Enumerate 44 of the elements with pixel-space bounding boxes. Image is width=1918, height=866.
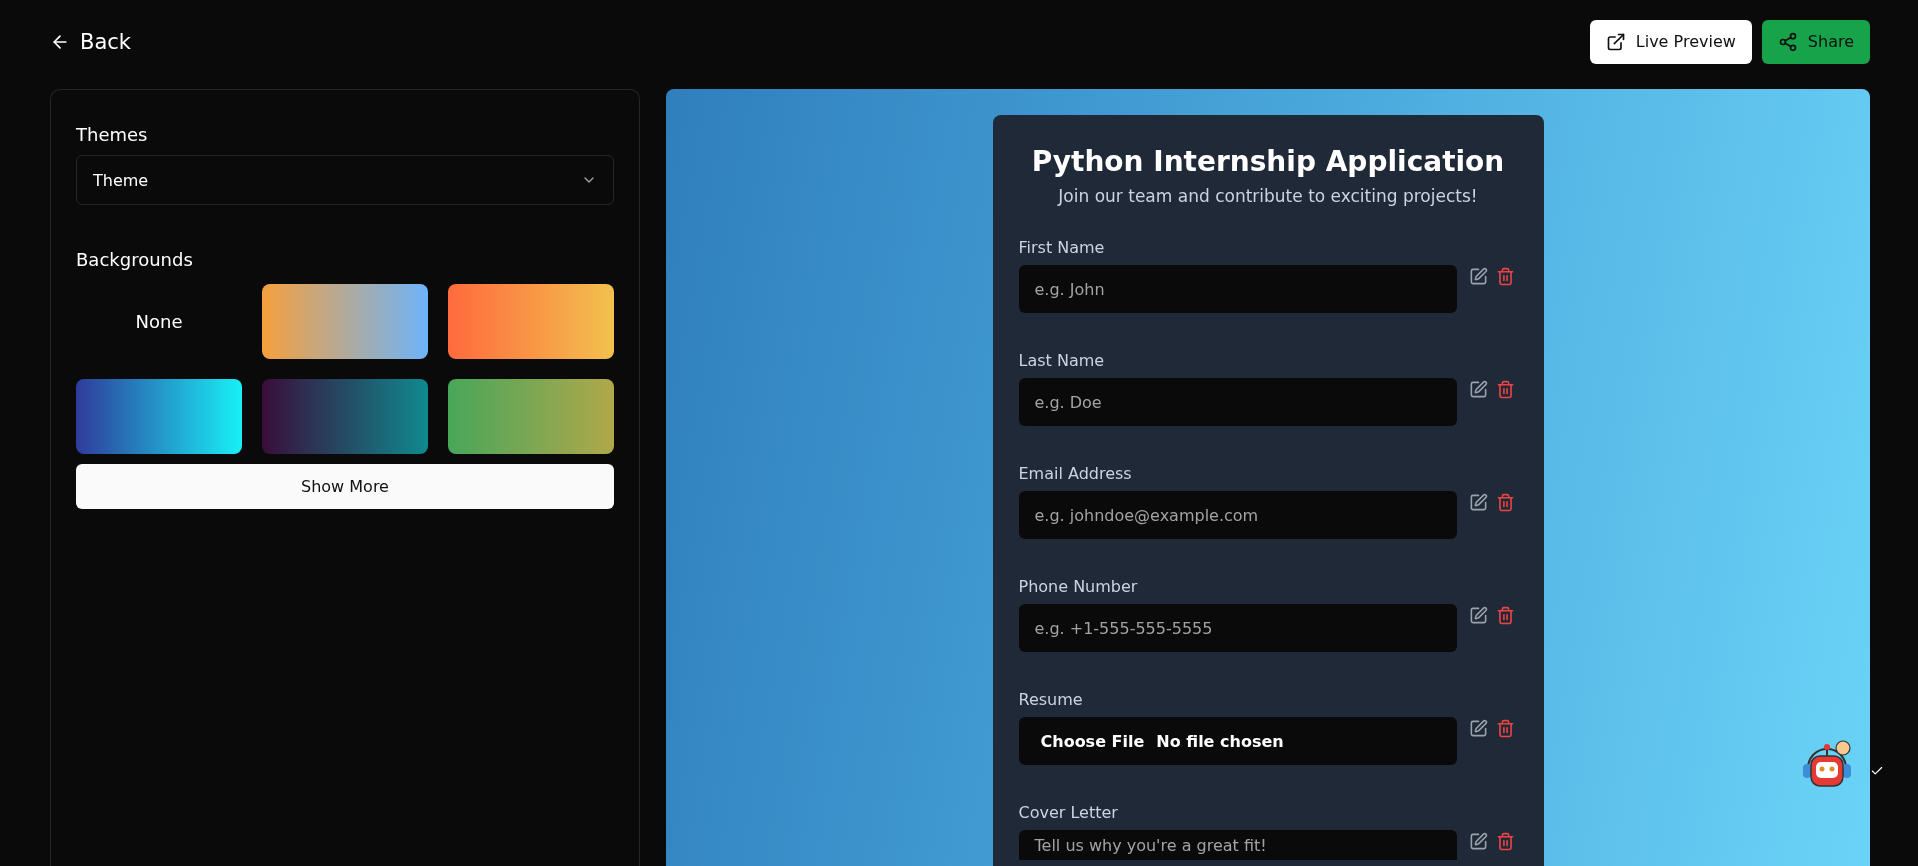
trash-icon[interactable] [1495, 832, 1515, 851]
gradient-swatch[interactable] [448, 379, 614, 454]
show-more-button[interactable]: Show More [76, 464, 614, 509]
field-label: Cover Letter [1018, 803, 1119, 822]
section-title: Themes [76, 124, 149, 145]
textarea-field[interactable]: Tell us why you're a great fit! [1018, 830, 1457, 860]
gradient-swatch[interactable] [262, 284, 428, 359]
share-button[interactable]: Share [1761, 19, 1870, 64]
field-label: Email Address [1018, 464, 1133, 483]
gradient-swatch[interactable] [76, 379, 242, 454]
file-input[interactable]: Choose File No file chosen [1018, 717, 1457, 765]
trash-icon[interactable] [1495, 380, 1515, 399]
edit-icon[interactable] [1468, 380, 1488, 399]
choose-file-button[interactable]: Choose File [1040, 731, 1145, 751]
theme-select[interactable]: Theme [76, 155, 614, 205]
edit-icon[interactable] [1468, 267, 1488, 286]
input-field[interactable]: e.g. +1-555-555-5555 [1018, 604, 1457, 652]
form-title: Python Internship Application [1030, 145, 1506, 178]
trash-icon[interactable] [1495, 606, 1515, 625]
edit-icon[interactable] [1468, 606, 1488, 625]
background-option[interactable]: None [76, 284, 242, 359]
edit-icon[interactable] [1468, 493, 1488, 512]
check-icon [1870, 764, 1884, 778]
field-label: Last Name [1018, 351, 1106, 370]
field-label: Phone Number [1018, 577, 1139, 596]
form-subtitle: Join our team and contribute to exciting projects! [1056, 186, 1479, 206]
gradient-swatch[interactable] [262, 379, 428, 454]
file-status: No file chosen [1156, 731, 1284, 751]
external-link-icon [1605, 31, 1626, 52]
share-icon [1777, 31, 1798, 52]
edit-icon[interactable] [1468, 719, 1488, 738]
input-field[interactable]: e.g. Doe [1018, 378, 1457, 426]
trash-icon[interactable] [1495, 267, 1515, 286]
field-label: First Name [1018, 238, 1106, 257]
section-title: Backgrounds [76, 249, 194, 270]
live-preview-button[interactable]: Live Preview [1589, 19, 1752, 64]
input-field[interactable]: e.g. johndoe@example.com [1018, 491, 1457, 539]
input-field[interactable]: e.g. John [1018, 265, 1457, 313]
edit-icon[interactable] [1468, 832, 1488, 851]
trash-icon[interactable] [1495, 493, 1515, 512]
gradient-swatch[interactable] [448, 284, 614, 359]
field-label: Resume [1018, 690, 1084, 709]
back-link[interactable]: Back [50, 29, 131, 54]
trash-icon[interactable] [1495, 719, 1515, 738]
